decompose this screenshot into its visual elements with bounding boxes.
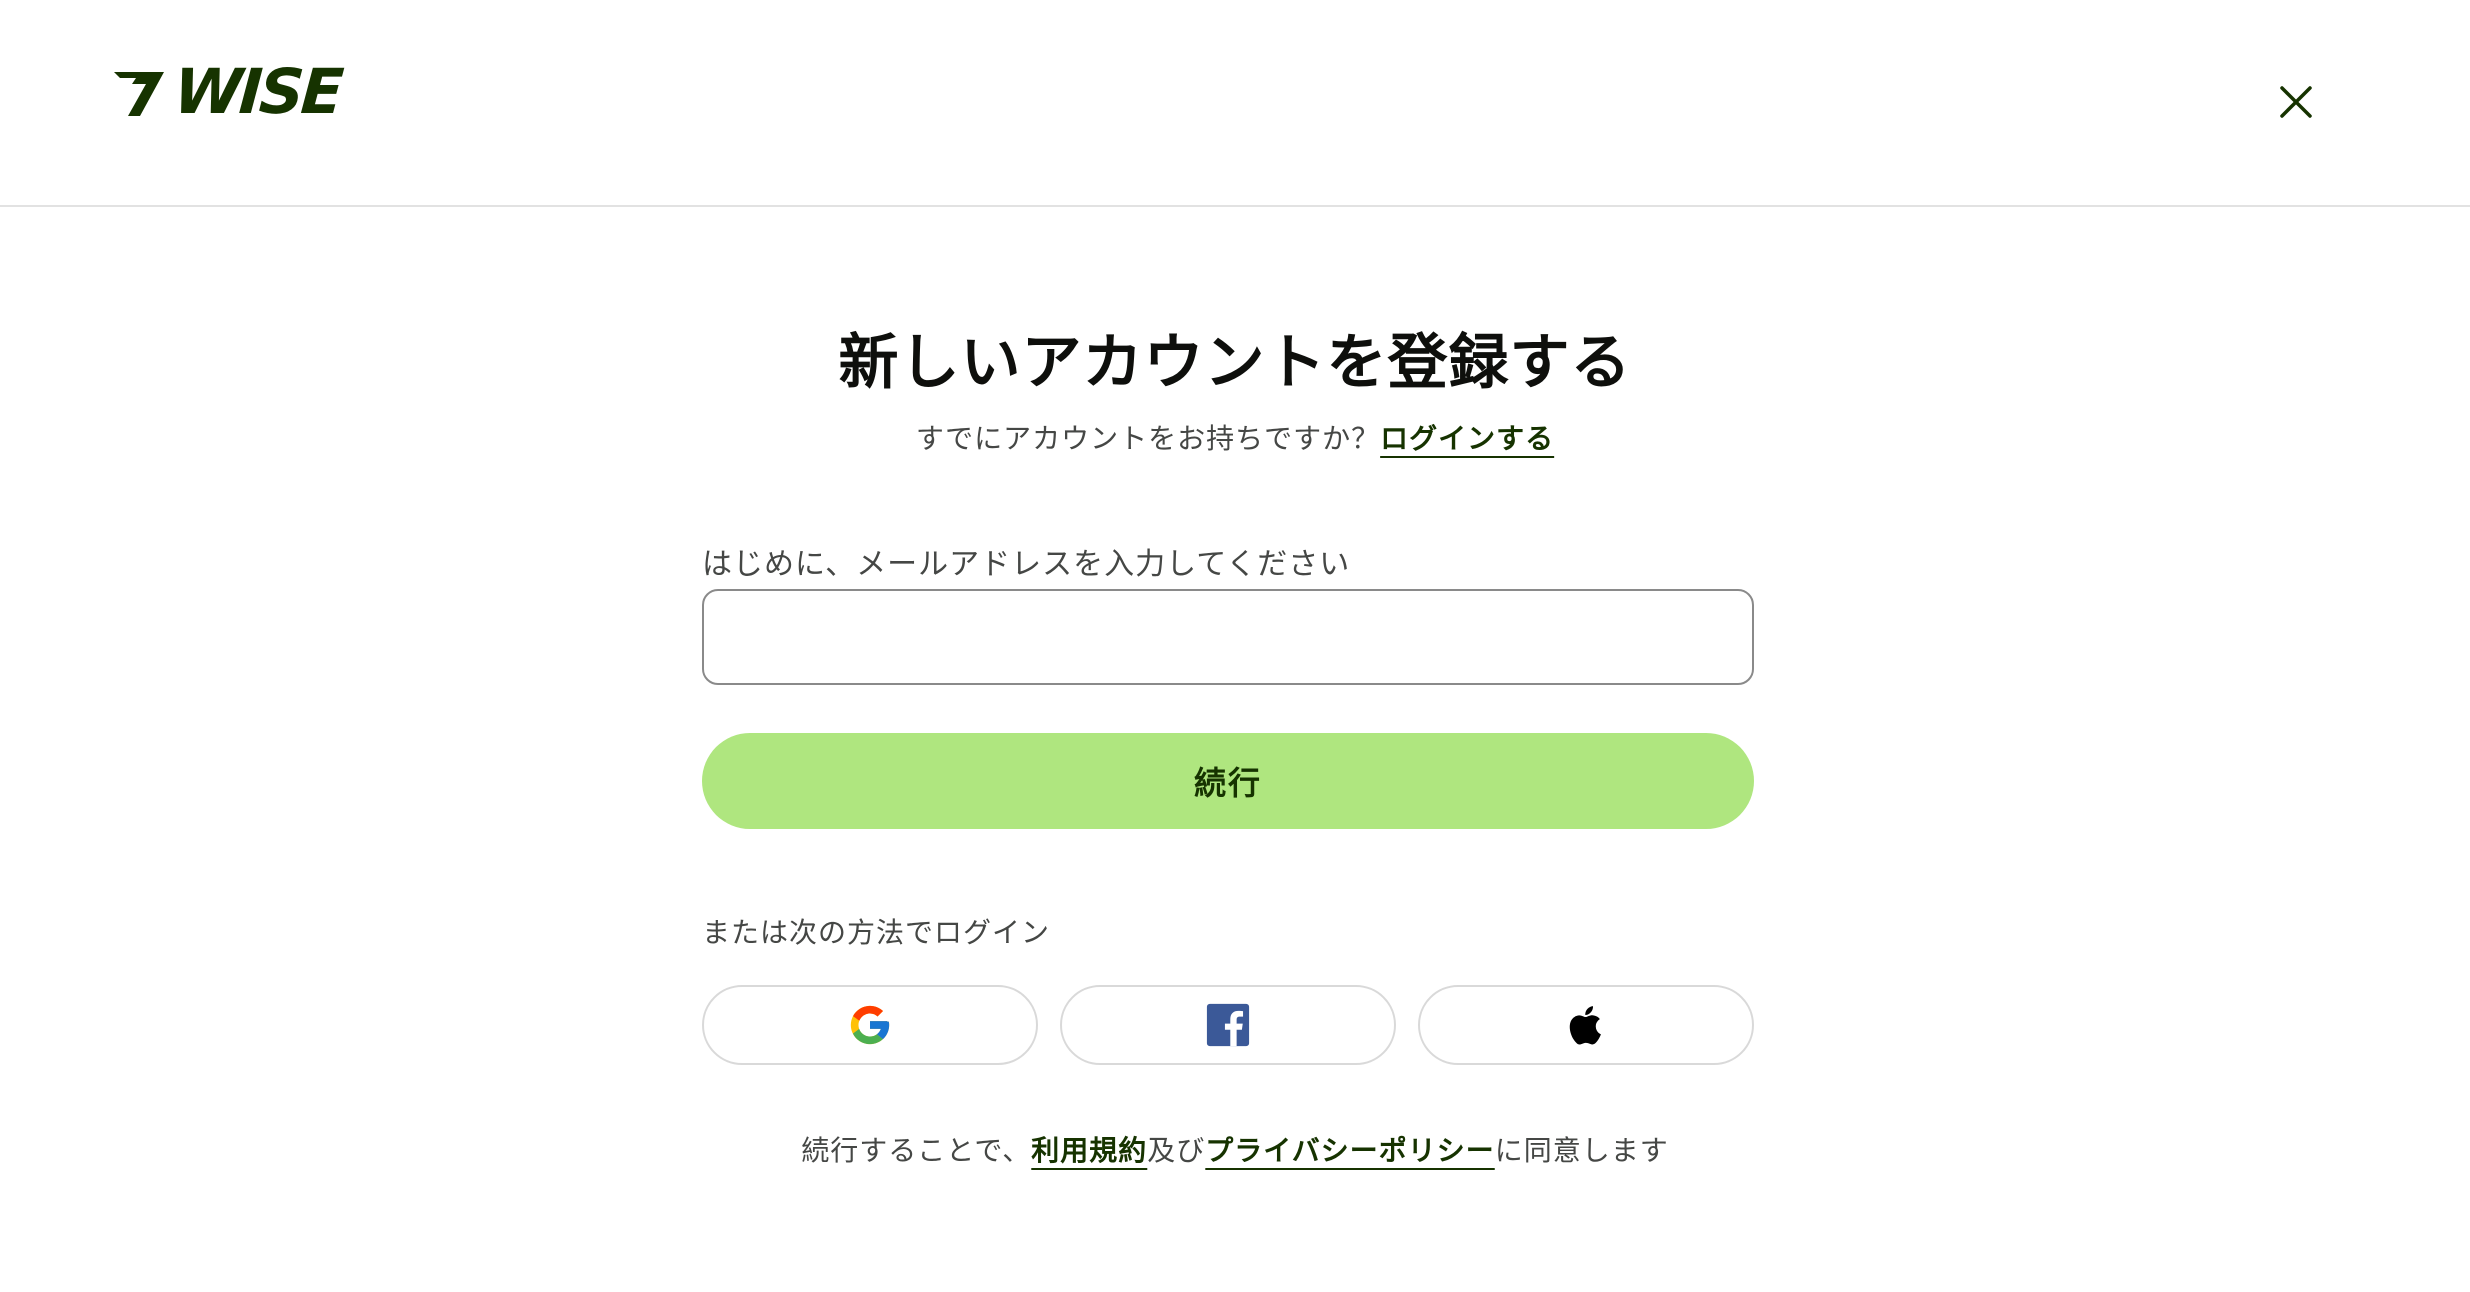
privacy-link[interactable]: プライバシーポリシー: [1205, 1134, 1494, 1167]
existing-account-text: すでにアカウントをお持ちですか？: [915, 422, 1381, 455]
email-label: はじめに、メールアドレスを入力してください: [702, 547, 1351, 582]
facebook-icon: [1206, 1003, 1250, 1047]
top-bar: WISE: [0, 0, 2470, 207]
continue-button[interactable]: 続行: [702, 733, 1754, 829]
terms-notice: 続行することで、利用規約及びプライバシーポリシーに同意します: [0, 1129, 2470, 1169]
wise-flag-icon: [114, 72, 164, 116]
social-login-row: [702, 985, 1754, 1065]
close-button[interactable]: [2268, 74, 2324, 130]
apple-icon: [1569, 1006, 1601, 1045]
logo-wordmark: WISE: [171, 55, 344, 128]
wise-logo[interactable]: WISE: [110, 55, 344, 128]
close-icon: [2280, 86, 2312, 118]
google-icon: [850, 1005, 890, 1045]
email-field[interactable]: [702, 589, 1754, 685]
terms-and: 及び: [1147, 1134, 1206, 1167]
terms-suffix: に同意します: [1494, 1134, 1669, 1167]
apple-login-button[interactable]: [1418, 985, 1754, 1065]
google-login-button[interactable]: [702, 985, 1038, 1065]
terms-prefix: 続行することで、: [801, 1134, 1032, 1167]
login-link[interactable]: ログインする: [1380, 422, 1554, 455]
login-prompt: すでにアカウントをお持ちですか？ログインする: [0, 417, 2470, 457]
facebook-login-button[interactable]: [1060, 985, 1396, 1065]
alt-login-label: または次の方法でログイン: [702, 916, 1051, 949]
page-title: 新しいアカウントを登録する: [838, 328, 1632, 398]
terms-link[interactable]: 利用規約: [1031, 1134, 1147, 1167]
